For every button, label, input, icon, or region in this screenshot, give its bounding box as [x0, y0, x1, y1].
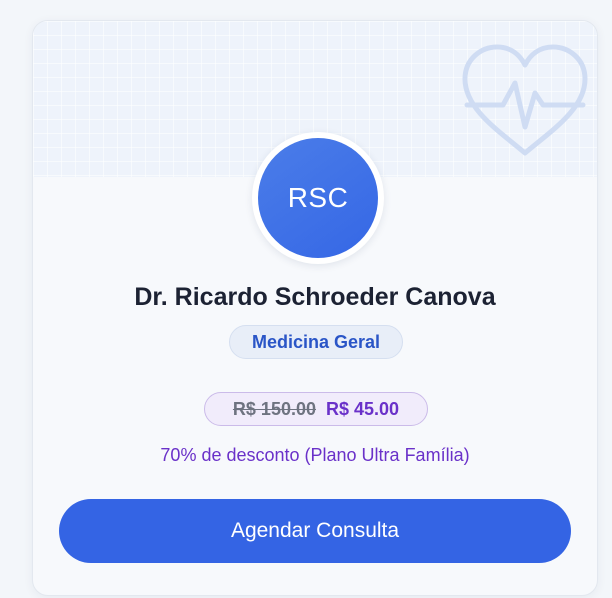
schedule-appointment-button[interactable]: Agendar Consulta: [59, 499, 571, 563]
avatar-initials: RSC: [287, 182, 349, 213]
doctor-name: Dr. Ricardo Schroeder Canova: [134, 283, 496, 311]
heart-pulse-icon: [462, 44, 588, 156]
discount-text: 70% de desconto (Plano Ultra Família): [160, 445, 470, 465]
discounted-price: R$ 45.00: [326, 398, 400, 419]
original-price: R$ 150.00: [232, 398, 316, 419]
avatar: RSC: [258, 138, 378, 258]
price-pill: R$ 150.00 R$ 45.00: [204, 392, 428, 426]
avatar-ring: RSC: [252, 132, 384, 264]
specialty-badge: Medicina Geral: [229, 325, 403, 359]
doctor-card: RSC Dr. Ricardo Schroeder Canova Medicin…: [32, 20, 598, 596]
